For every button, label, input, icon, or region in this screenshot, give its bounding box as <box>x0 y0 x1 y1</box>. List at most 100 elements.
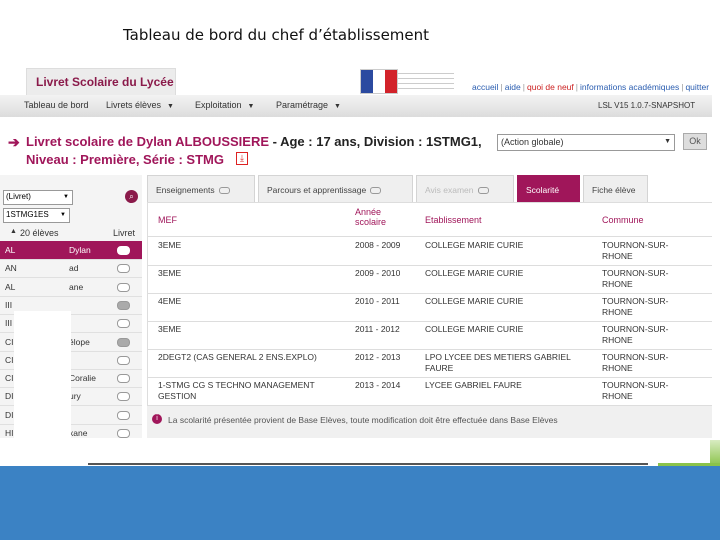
table-row: 1-STMG CG S TECHNO MANAGEMENT GESTION 201… <box>148 377 712 406</box>
cell-commune: TOURNON-SUR-RHONE <box>602 380 669 401</box>
divider-line <box>88 463 648 465</box>
student-name-start: DI <box>5 409 14 420</box>
livret-toggle-icon[interactable] <box>117 264 130 274</box>
toggle-icon <box>370 187 382 195</box>
search-icon[interactable]: ⌕ <box>125 190 138 203</box>
col-etablissement: Etablissement <box>425 215 482 225</box>
cell-annee: 2011 - 2012 <box>355 324 400 334</box>
link-quitter[interactable]: quitter <box>685 82 709 92</box>
chevron-down-icon: ▼ <box>334 103 341 110</box>
student-name-start: CI <box>5 373 14 384</box>
table-row: 4EME 2010 - 2011 COLLEGE MARIE CURIE TOURNO… <box>148 293 712 322</box>
brand-label: Livret Scolaire du Lycée <box>36 75 174 89</box>
col-commune: Commune <box>602 215 644 225</box>
col-mef: MEF <box>158 215 177 225</box>
menu-parametrage[interactable]: Paramétrage ▼ <box>276 100 341 110</box>
livret-toggle-icon[interactable] <box>117 246 130 255</box>
tab-bar: Enseignements Parcours et apprentissage … <box>147 175 712 203</box>
cell-etablissement: COLLEGE MARIE CURIE <box>425 240 524 250</box>
livret-toggle-icon[interactable] <box>117 319 130 329</box>
student-name-end: Dylan <box>69 245 91 255</box>
menu-tableau-de-bord[interactable]: Tableau de bord <box>24 100 89 110</box>
app-brand[interactable]: Livret Scolaire du Lycée <box>26 68 176 96</box>
student-name-start: HI <box>5 428 14 438</box>
student-name-end: ad <box>69 263 79 274</box>
cell-mef: 4EME <box>158 296 182 306</box>
occluding-panel <box>14 311 71 438</box>
main-menu: Tableau de bord Livrets élèves ▼ Exploita… <box>0 95 712 118</box>
livret-column-header: Livret <box>113 228 136 238</box>
chevron-down-icon: ▼ <box>167 103 174 110</box>
cell-mef: 1-STMG CG S TECHNO MANAGEMENT GESTION <box>158 380 315 401</box>
menu-exploitation[interactable]: Exploitation ▼ <box>195 100 254 110</box>
livret-toggle-icon[interactable] <box>117 337 130 347</box>
division-filter-select[interactable]: 1STMG1ES ▼ <box>3 208 70 223</box>
cell-annee: 2012 - 2013 <box>355 352 401 362</box>
ministry-logo <box>398 69 454 92</box>
info-note: i La scolarité présentée provient de Bas… <box>147 406 712 438</box>
cell-commune: TOURNON-SUR-RHONE <box>602 352 669 373</box>
cell-annee: 2013 - 2014 <box>355 380 401 390</box>
tab-parcours[interactable]: Parcours et apprentissage <box>258 175 413 203</box>
link-aide[interactable]: aide <box>505 82 521 92</box>
ok-button[interactable]: Ok <box>683 133 707 150</box>
cell-mef: 3EME <box>158 268 182 278</box>
arrow-right-icon: ➔ <box>8 134 20 150</box>
livret-toggle-icon[interactable] <box>117 300 130 310</box>
top-links: accueil | aide | quoi de neuf | informations a… <box>472 82 710 92</box>
student-row[interactable]: AL ane <box>0 278 142 297</box>
livret-toggle-icon[interactable] <box>117 355 130 365</box>
cell-annee: 2010 - 2011 <box>355 296 400 306</box>
chevron-down-icon: ▼ <box>247 103 255 110</box>
info-icon: i <box>152 414 162 424</box>
student-name-end: xane <box>69 428 88 438</box>
tab-avis-examen[interactable]: Avis examen <box>416 175 514 203</box>
cell-annee: 2009 - 2010 <box>355 268 401 278</box>
table-row: 3EME 2009 - 2010 COLLEGE MARIE CURIE TOURNO… <box>148 265 712 294</box>
cell-etablissement: LPO LYCEE DES METIERS GABRIEL FAURE <box>425 352 571 373</box>
cell-etablissement: COLLEGE MARIE CURIE <box>425 268 524 278</box>
student-count-row: ▲ 20 élèves Livret <box>0 226 142 241</box>
livret-toggle-icon[interactable] <box>117 410 130 420</box>
sort-up-icon[interactable]: ▲ <box>10 228 17 235</box>
tab-enseignements[interactable]: Enseignements <box>147 175 255 203</box>
livret-toggle-icon[interactable] <box>117 429 130 438</box>
livret-toggle-icon[interactable] <box>117 282 130 292</box>
global-action-select[interactable]: (Action globale) ▼ <box>497 134 675 151</box>
student-name-end: ane <box>69 281 84 292</box>
cell-mef: 3EME <box>158 240 182 250</box>
app-screenshot: Livret Scolaire du Lycée accueil | aide | qu… <box>0 66 712 438</box>
cell-etablissement: COLLEGE MARIE CURIE <box>425 296 524 306</box>
livret-toggle-icon[interactable] <box>117 392 130 402</box>
table-row: 3EME 2008 - 2009 COLLEGE MARIE CURIE TOURNO… <box>148 237 712 266</box>
cell-mef: 2DEGT2 (CAS GENERAL 2 ENS.EXPLO) <box>158 352 317 362</box>
link-accueil[interactable]: accueil <box>472 82 498 92</box>
pdf-icon[interactable]: ⤓ <box>236 152 248 165</box>
student-name-start: CI <box>5 354 14 365</box>
menu-livrets-eleves[interactable]: Livrets élèves ▼ <box>106 100 174 110</box>
student-header: ➔ Livret scolaire de Dylan ALBOUSSIERE -… <box>0 117 712 175</box>
toggle-icon <box>218 187 230 195</box>
chevron-down-icon: ▼ <box>63 194 69 200</box>
student-name-start: III <box>5 318 13 329</box>
student-count: 20 élèves <box>20 228 59 238</box>
student-name-start: DI <box>5 391 14 402</box>
link-infos-academiques[interactable]: informations académiques <box>580 82 679 92</box>
tab-fiche-eleve[interactable]: Fiche élève <box>583 175 648 203</box>
cell-etablissement: LYCEE GABRIEL FAURE <box>425 380 522 390</box>
livret-filter-select[interactable]: (Livret) ▼ <box>3 190 73 205</box>
student-name-end: élope <box>69 336 90 347</box>
toggle-icon <box>477 187 489 195</box>
table-row: 3EME 2011 - 2012 COLLEGE MARIE CURIE TOURNO… <box>148 321 712 350</box>
marianne-logo-icon <box>360 69 398 94</box>
student-name-start: III <box>5 299 13 310</box>
student-name-start: AL <box>5 281 16 292</box>
tab-scolarite[interactable]: Scolarité <box>517 175 580 203</box>
student-row[interactable]: AN ad <box>0 259 142 279</box>
cell-commune: TOURNON-SUR-RHONE <box>602 324 669 345</box>
livret-toggle-icon[interactable] <box>117 374 130 384</box>
student-name-end: Coralie <box>69 373 96 384</box>
cell-commune: TOURNON-SUR-RHONE <box>602 240 669 261</box>
student-row[interactable]: AL Dylan <box>0 241 142 260</box>
link-quoi-de-neuf[interactable]: quoi de neuf <box>527 82 574 92</box>
